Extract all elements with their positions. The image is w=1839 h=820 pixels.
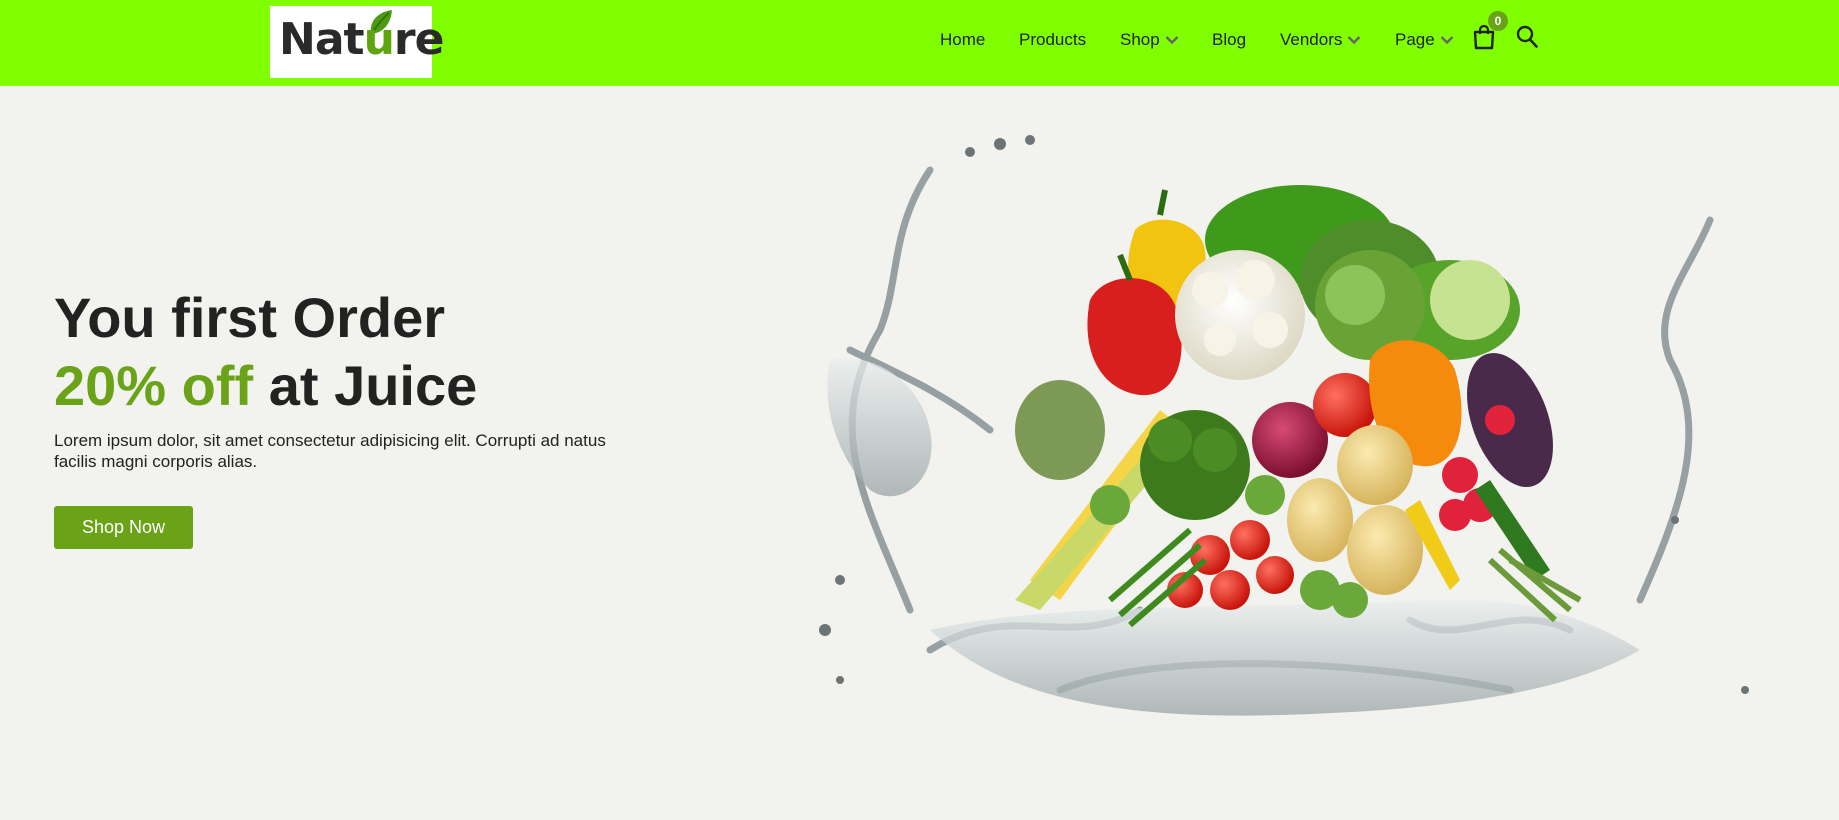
shop-now-button[interactable]: Shop Now [54,506,193,549]
hero-discount: 20% off [54,354,254,417]
nav-page[interactable]: Page [1395,28,1454,52]
search-icon[interactable] [1516,25,1538,49]
chevron-down-icon [1348,36,1361,45]
vegetables-splash-image [819,135,1749,716]
chevron-down-icon [1165,36,1179,45]
nav-home[interactable]: Home [940,28,985,52]
nav-blog[interactable]: Blog [1212,28,1246,52]
logo-wordmark: Nature [279,14,444,65]
nav-home-label: Home [940,30,986,49]
nav-shop-label: Shop [1120,30,1160,49]
nav-products-label: Products [1019,30,1087,49]
nav-products[interactable]: Products [1019,28,1086,52]
site-header: Nature Home Products Shop Blog Vendors P… [0,0,1839,86]
nav-vendors-label: Vendors [1280,30,1343,49]
cart-count-badge: 0 [1488,11,1508,31]
nav-page-label: Page [1395,30,1435,49]
nav-blog-label: Blog [1212,30,1247,49]
hero-title: You first Order 20% off at Juice [54,284,477,420]
nature-logo[interactable]: Nature [270,6,444,78]
hero-description: Lorem ipsum dolor, sit amet consectetur … [54,431,606,471]
nav-vendors[interactable]: Vendors [1280,28,1361,52]
hero-title-line2: at Juice [253,354,478,417]
hero-title-line1: You first Order [54,286,446,349]
nav-shop[interactable]: Shop [1120,28,1179,52]
chevron-down-icon [1440,36,1454,45]
